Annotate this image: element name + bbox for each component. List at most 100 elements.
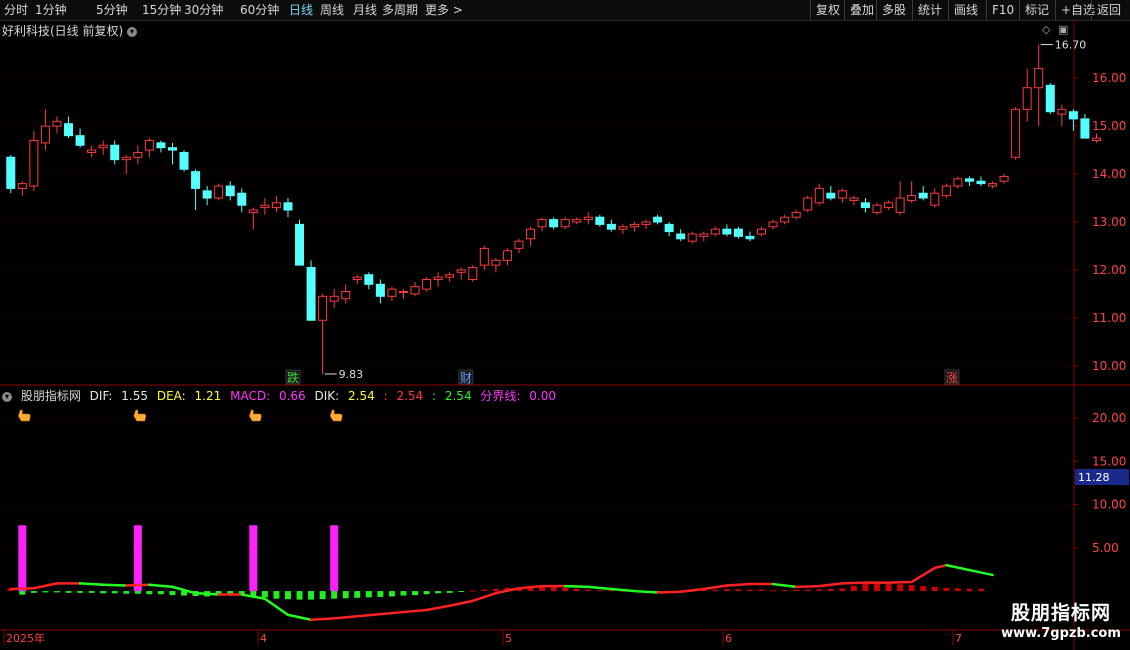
histogram-bar <box>804 589 811 592</box>
candle-body <box>202 190 212 199</box>
event-marker[interactable]: 涨 <box>944 369 960 385</box>
candle-body <box>814 187 824 204</box>
pointing-hand-icon <box>133 409 147 422</box>
price-tick-label: 15.00 <box>1092 119 1126 133</box>
macd-value: 0.66 <box>278 389 306 403</box>
candle-body <box>98 144 108 149</box>
dif-label: DIF: <box>89 389 113 403</box>
candle <box>780 214 790 225</box>
candle-body <box>17 183 27 189</box>
candle <box>941 183 951 199</box>
candle-body <box>526 228 536 240</box>
candle <box>191 169 201 210</box>
candle-body <box>999 175 1009 182</box>
candle <box>479 245 489 270</box>
histogram-bar <box>492 588 499 592</box>
candle-body <box>75 135 85 146</box>
histogram-bar <box>446 591 453 593</box>
candle-body <box>144 139 154 151</box>
candle <box>202 186 212 206</box>
candle-body <box>514 240 524 249</box>
dif-segment <box>263 597 290 617</box>
candle-body <box>537 219 547 228</box>
candle <box>907 181 917 203</box>
histogram-bar <box>943 587 950 592</box>
watermark-title: 股朋指标网 <box>1010 602 1111 624</box>
green-label: : <box>431 389 437 403</box>
candle-body <box>941 185 951 197</box>
dif-segment <box>78 582 105 587</box>
candle <box>791 210 801 220</box>
indicator-tick-label: 20.00 <box>1092 411 1126 425</box>
dif-segment <box>356 612 382 618</box>
dea-label: DEA: <box>156 389 186 403</box>
candle-body <box>687 233 697 242</box>
date-tick-label: 7 <box>955 632 962 645</box>
dif-segment <box>702 584 729 591</box>
histogram-bar <box>539 587 546 592</box>
dif-segment <box>968 568 994 577</box>
candle-body <box>341 291 351 300</box>
event-marker[interactable]: 跌 <box>285 369 301 385</box>
histogram-bar <box>746 589 753 592</box>
candle <box>167 142 177 165</box>
histogram-bar <box>966 588 973 592</box>
dif-segment <box>101 583 128 587</box>
candle <box>29 130 39 191</box>
candle <box>75 128 85 148</box>
candle <box>260 198 270 215</box>
candle-body <box>260 204 270 209</box>
candle-body <box>364 274 374 285</box>
dif-segment <box>656 590 682 594</box>
candle-body <box>1034 68 1044 89</box>
candle <box>757 226 767 237</box>
histogram-bar <box>88 591 95 593</box>
histogram-bar <box>793 589 800 592</box>
histogram-bar <box>319 591 326 600</box>
histogram-bar <box>30 591 37 593</box>
candle <box>572 217 582 225</box>
indicator-tick-label: 5.00 <box>1092 541 1119 555</box>
histogram-bar <box>273 591 280 599</box>
candle <box>1057 104 1067 127</box>
boundary-value: 0.00 <box>529 389 556 403</box>
histogram-bar <box>388 591 395 597</box>
date-axis: 2025年 4 5 6 7 <box>3 630 962 645</box>
candle-body <box>318 295 328 321</box>
candle-body <box>745 235 755 240</box>
candle <box>468 265 478 282</box>
dik-label: DIK: <box>314 389 340 403</box>
candle <box>64 116 74 139</box>
histogram-bar <box>723 589 730 592</box>
candle <box>1045 82 1055 115</box>
candle <box>514 238 524 254</box>
candle-body <box>1068 111 1078 120</box>
candle <box>884 200 894 210</box>
candle-body <box>653 216 663 223</box>
dif-segment <box>633 589 659 594</box>
histogram-bar <box>885 582 892 592</box>
event-marker[interactable]: 财 <box>458 369 474 385</box>
candle-body <box>907 195 917 201</box>
candle <box>445 272 455 282</box>
candle-body <box>757 228 767 235</box>
candle <box>144 138 154 158</box>
pointing-hand-shape <box>249 409 262 422</box>
candle-body <box>826 192 836 199</box>
signal-bar <box>133 525 142 592</box>
candle <box>722 224 732 237</box>
red-value: 2.54 <box>396 389 424 403</box>
candle <box>606 219 616 232</box>
candle-body <box>422 279 432 290</box>
chevron-down-icon[interactable]: ▾ <box>2 391 12 402</box>
histogram-bar <box>758 589 765 592</box>
dif-segment <box>610 587 636 593</box>
candle-body <box>479 247 489 266</box>
watermark: 股朋指标网 www.7gpzb.com <box>1000 601 1122 647</box>
histogram-bar <box>423 591 430 595</box>
signal-bar <box>18 525 27 592</box>
indicator-axis: 20.00 15.00 10.00 5.00 11.28 <box>1074 411 1129 555</box>
candle-body <box>156 142 166 149</box>
histogram-bar <box>53 591 60 593</box>
candle <box>237 188 247 213</box>
